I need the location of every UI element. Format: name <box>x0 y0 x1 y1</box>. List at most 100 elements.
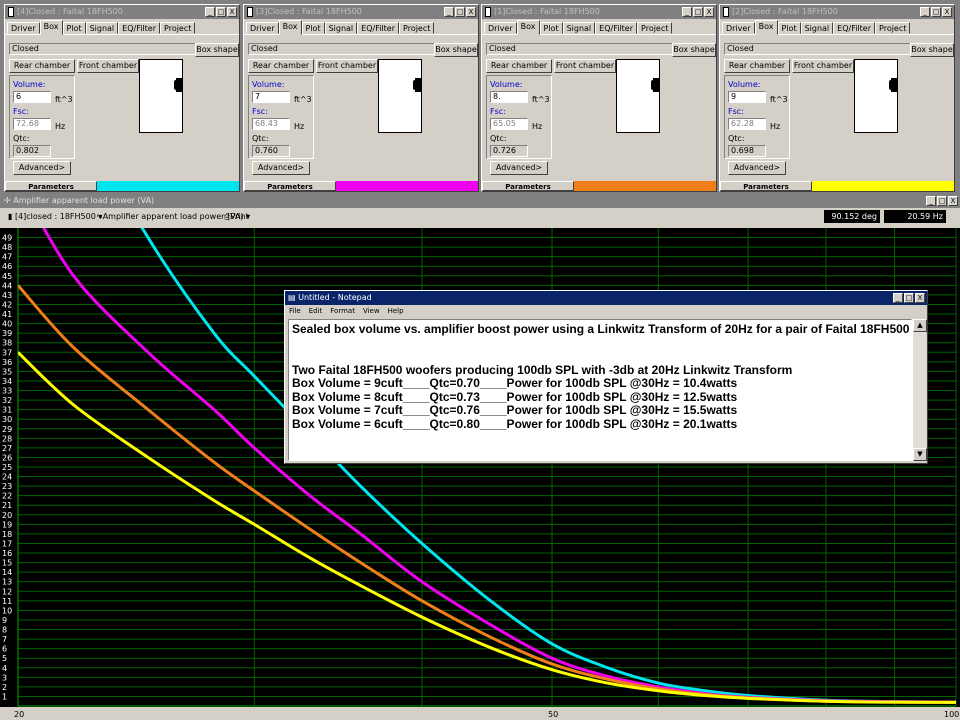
fsc-input[interactable]: 65.05 <box>490 118 528 130</box>
fsc-input[interactable]: 72.68 <box>13 118 51 130</box>
maximize-button[interactable]: □ <box>216 7 226 17</box>
y-tick-label: 17 <box>2 539 12 548</box>
tab-project[interactable]: Project <box>875 22 911 34</box>
close-button[interactable]: X <box>704 7 714 17</box>
tab-eq-filter[interactable]: EQ/Filter <box>833 22 876 34</box>
curve-color-swatch[interactable] <box>812 181 954 191</box>
panel-titlebar[interactable]: [2]Closed : Faital 18FH500 _ □ X <box>720 5 954 19</box>
y-tick-label: 13 <box>2 578 12 587</box>
fsc-input[interactable]: 68.43 <box>252 118 290 130</box>
tab-driver[interactable]: Driver <box>7 22 40 34</box>
minimize-button[interactable]: _ <box>920 7 930 17</box>
box-shape-button[interactable]: Box shape <box>195 43 239 57</box>
scroll-up-icon[interactable]: ▲ <box>913 319 927 332</box>
box-shape-button[interactable]: Box shape <box>672 43 716 57</box>
rear-chamber-button[interactable]: Rear chamber <box>9 59 75 73</box>
maximize-button[interactable]: □ <box>455 7 465 17</box>
box-shape-diagram <box>378 59 422 133</box>
tab-box[interactable]: Box <box>39 20 63 35</box>
tab-project[interactable]: Project <box>160 22 196 34</box>
notepad-scrollbar[interactable]: ▲ ▼ <box>912 319 927 461</box>
notepad-close-button[interactable]: X <box>915 293 925 303</box>
panel-titlebar[interactable]: [3]Closed : Faital 18FH500 _ □ X <box>244 5 478 19</box>
tab-signal[interactable]: Signal <box>324 22 358 34</box>
advanced-button[interactable]: Advanced> <box>728 161 786 175</box>
x-tick-label: 50 <box>548 710 558 719</box>
rear-chamber-button[interactable]: Rear chamber <box>724 59 790 73</box>
curve-color-swatch[interactable] <box>336 181 478 191</box>
volume-label: Volume: <box>728 80 761 89</box>
tab-driver[interactable]: Driver <box>722 22 755 34</box>
box-shape-button[interactable]: Box shape <box>910 43 954 57</box>
notepad-minimize-button[interactable]: _ <box>893 293 903 303</box>
rear-chamber-button[interactable]: Rear chamber <box>248 59 314 73</box>
front-chamber-button[interactable]: Front chamber <box>554 59 616 73</box>
tab-driver[interactable]: Driver <box>246 22 279 34</box>
curve-color-swatch[interactable] <box>97 181 239 191</box>
advanced-button[interactable]: Advanced> <box>252 161 310 175</box>
tab-project[interactable]: Project <box>637 22 673 34</box>
tab-plot[interactable]: Plot <box>539 22 563 34</box>
graph-titlebar[interactable]: ✢ Amplifier apparent load power (VA) _ □… <box>0 194 960 208</box>
minimize-button[interactable]: _ <box>682 7 692 17</box>
panel-titlebar[interactable]: [4]Closed : Faital 18FH500 _ □ X <box>5 5 239 19</box>
graph-minimize-button[interactable]: _ <box>926 196 936 206</box>
box-shape-button[interactable]: Box shape <box>434 43 478 57</box>
close-button[interactable]: X <box>466 7 476 17</box>
tab-driver[interactable]: Driver <box>484 22 517 34</box>
tab-signal[interactable]: Signal <box>800 22 834 34</box>
volume-input[interactable]: 9 <box>728 91 766 103</box>
parameters-button[interactable]: Parameters <box>244 181 336 191</box>
notepad-maximize-button[interactable]: □ <box>904 293 914 303</box>
tab-project[interactable]: Project <box>399 22 435 34</box>
panel-titlebar[interactable]: [1]Closed : Faital 18FH500 _ □ X <box>482 5 716 19</box>
box-panel: [1]Closed : Faital 18FH500 _ □ X Driver B… <box>481 4 717 192</box>
front-chamber-button[interactable]: Front chamber <box>77 59 139 73</box>
volume-input[interactable]: 7 <box>252 91 290 103</box>
maximize-button[interactable]: □ <box>931 7 941 17</box>
front-chamber-button[interactable]: Front chamber <box>316 59 378 73</box>
advanced-button[interactable]: Advanced> <box>490 161 548 175</box>
tab-eq-filter[interactable]: EQ/Filter <box>118 22 161 34</box>
panel-tabs: Driver Box Plot Signal EQ/Filter Project <box>720 19 954 35</box>
tab-box[interactable]: Box <box>754 20 778 35</box>
parameters-button[interactable]: Parameters <box>5 181 97 191</box>
print-button[interactable]: ⎙Print <box>224 208 249 226</box>
tab-plot[interactable]: Plot <box>301 22 325 34</box>
scroll-down-icon[interactable]: ▼ <box>913 448 927 461</box>
menu-view[interactable]: View <box>363 305 380 317</box>
maximize-button[interactable]: □ <box>693 7 703 17</box>
parameters-button[interactable]: Parameters <box>482 181 574 191</box>
advanced-button[interactable]: Advanced> <box>13 161 71 175</box>
close-button[interactable]: X <box>227 7 237 17</box>
front-chamber-button[interactable]: Front chamber <box>792 59 854 73</box>
tab-box[interactable]: Box <box>278 20 302 35</box>
menu-file[interactable]: File <box>289 305 301 317</box>
tab-box[interactable]: Box <box>516 20 540 35</box>
graph-maximize-button[interactable]: □ <box>937 196 947 206</box>
notepad-text-area[interactable]: Sealed box volume vs. amplifier boost po… <box>288 319 912 461</box>
graph-close-button[interactable]: X <box>948 196 958 206</box>
curve-color-swatch[interactable] <box>574 181 716 191</box>
fsc-input[interactable]: 62.28 <box>728 118 766 130</box>
menu-edit[interactable]: Edit <box>309 305 323 317</box>
minimize-button[interactable]: _ <box>205 7 215 17</box>
tab-signal[interactable]: Signal <box>85 22 119 34</box>
source-select[interactable]: ▮ [4]closed : 18FH500 ▾ <box>8 208 102 226</box>
minimize-button[interactable]: _ <box>444 7 454 17</box>
tab-eq-filter[interactable]: EQ/Filter <box>595 22 638 34</box>
parameters-button[interactable]: Parameters <box>720 181 812 191</box>
tab-signal[interactable]: Signal <box>562 22 596 34</box>
fsc-unit: Hz <box>532 122 543 131</box>
menu-help[interactable]: Help <box>388 305 404 317</box>
volume-input[interactable]: 6 <box>13 91 51 103</box>
rear-chamber-button[interactable]: Rear chamber <box>486 59 552 73</box>
tab-eq-filter[interactable]: EQ/Filter <box>357 22 400 34</box>
volume-input[interactable]: 8. <box>490 91 528 103</box>
notepad-titlebar[interactable]: ▤ Untitled - Notepad _ □ X <box>285 291 927 305</box>
close-button[interactable]: X <box>942 7 952 17</box>
tab-plot[interactable]: Plot <box>777 22 801 34</box>
menu-format[interactable]: Format <box>330 305 355 317</box>
tab-plot[interactable]: Plot <box>62 22 86 34</box>
y-tick-label: 16 <box>2 549 12 558</box>
